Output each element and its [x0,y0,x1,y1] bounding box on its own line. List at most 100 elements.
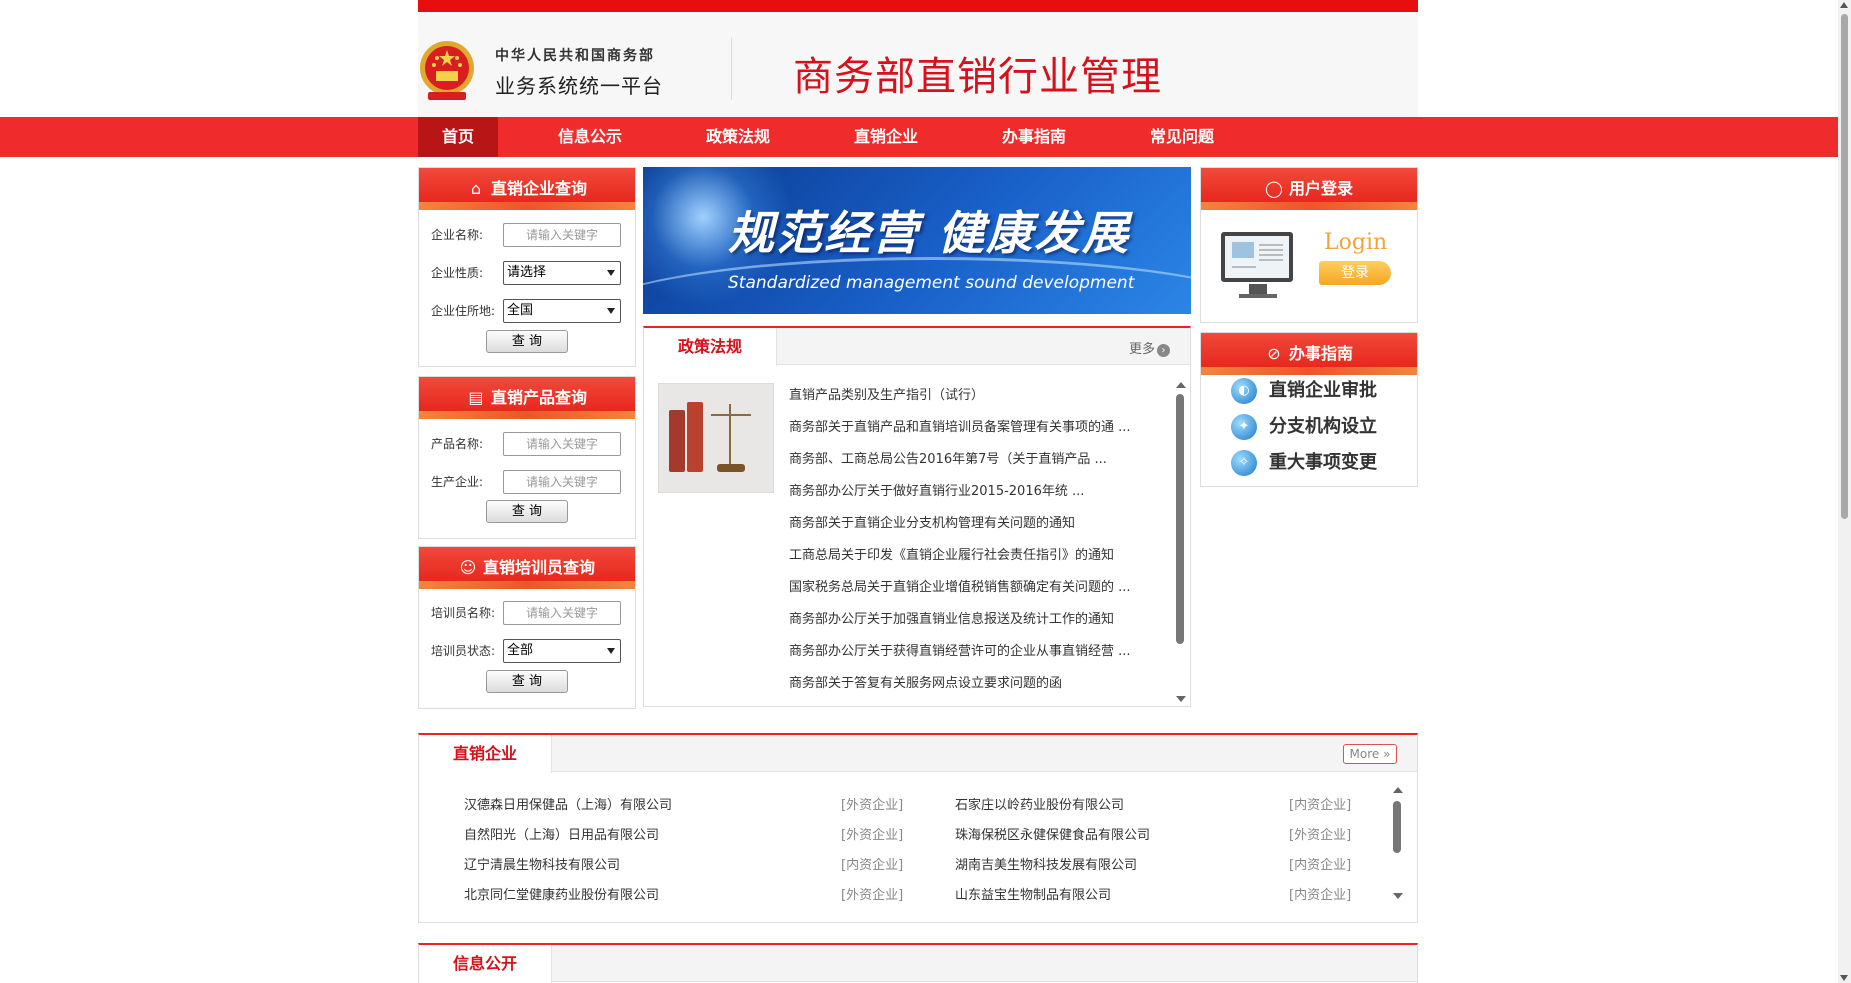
page-scrollbar[interactable] [1838,0,1851,983]
compass-icon: ✦ [1231,414,1257,440]
guide-item-branch-setup[interactable]: ✦ 分支机构设立 [1231,411,1377,443]
enterprises-tabbar: 直销企业 More » [419,735,1417,773]
enterprise-name[interactable]: 山东益宝生物制品有限公司 [955,884,1111,903]
main-nav: 首页 信息公示 政策法规 直销企业 办事指南 常见问题 [0,117,1838,157]
top-red-bar [418,0,1418,12]
site-header: 中华人民共和国商务部 业务系统统一平台 商务部直销行业管理 [418,12,1418,117]
enterprise-query-title: 直销企业查询 [490,179,587,198]
monitor-base [1239,294,1277,298]
scroll-up-icon[interactable] [1840,2,1848,8]
nav-home[interactable]: 首页 [418,117,498,157]
info-public-tabbar: 信息公开 [419,945,1417,983]
scale-beam [711,414,751,416]
scroll-thumb[interactable] [1393,801,1401,853]
policy-link[interactable]: 国家税务总局关于直销企业增值税销售额确定有关问题的 ... [789,576,1159,595]
enterprises-scrollbar[interactable] [1393,787,1403,899]
login-button[interactable]: 登录 [1319,261,1391,285]
guide-item-label: 重大事项变更 [1269,452,1377,473]
tab-policy[interactable]: 政策法规 [644,328,777,366]
guide-header: ⊘ 办事指南 [1201,333,1417,375]
scroll-thumb[interactable] [1176,394,1184,644]
banner-subtitle: Standardized management sound developmen… [728,273,1135,293]
guide-panel: ⊘ 办事指南 ◐ 直销企业审批 ✦ 分支机构设立 ✧ 重大事项变更 [1200,332,1418,487]
guide-item-label: 分支机构设立 [1269,416,1377,437]
login-title: 用户登录 [1288,179,1353,198]
enterprise-nature-select[interactable]: 请选择 [503,261,621,285]
trainer-query-button[interactable]: 查 询 [486,670,568,693]
trainer-name-label: 培训员名称: [431,606,496,620]
policy-more-link[interactable]: 更多 › [1129,338,1170,357]
globe-icon: ◐ [1231,378,1257,404]
policy-link[interactable]: 商务部关于直销产品和直销培训员备案管理有关事项的通 ... [789,416,1159,435]
site-title: 商务部直销行业管理 [793,54,1162,100]
policy-more-label: 更多 [1128,342,1155,357]
book-shape [669,410,685,472]
computer-monitor-icon [1221,232,1293,282]
enterprise-query-header: ⌂ 直销企业查询 [419,168,635,210]
enterprise-type: [内资企业] [1289,798,1352,813]
scroll-down-icon[interactable] [1176,696,1186,702]
producer-label: 生产企业: [431,475,484,489]
trainer-status-label: 培训员状态: [431,644,496,658]
enterprise-name[interactable]: 湖南吉美生物科技发展有限公司 [955,854,1137,873]
tab-enterprises[interactable]: 直销企业 [419,735,552,773]
policy-link[interactable]: 商务部办公厅关于加强直销业信息报送及统计工作的通知 [789,608,1159,627]
policy-link[interactable]: 商务部关于直销企业分支机构管理有关问题的通知 [789,512,1159,531]
product-name-input[interactable]: 请输入关键字 [503,432,621,456]
document-search-icon: ▤ [468,388,484,407]
nav-enterprises[interactable]: 直销企业 [836,117,936,157]
policy-link[interactable]: 直销产品类别及生产指引（试行） [789,384,1159,403]
book-shape [687,402,703,472]
scroll-down-icon[interactable] [1840,975,1848,981]
policy-link[interactable]: 商务部、工商总局公告2016年第7号（关于直销产品 ... [789,448,1159,467]
guide-item-enterprise-approval[interactable]: ◐ 直销企业审批 [1231,375,1377,407]
enterprises-more-label: More [1349,747,1380,761]
policy-link[interactable]: 商务部关于答复有关服务网点设立要求问题的函 [789,672,1159,691]
tab-info-public[interactable]: 信息公开 [419,945,552,983]
nav-faq[interactable]: 常见问题 [1132,117,1232,157]
product-query-panel: ▤ 直销产品查询 产品名称: 请输入关键字 生产企业: 请输入关键字 查 询 [418,376,636,539]
enterprise-name[interactable]: 石家庄以岭药业股份有限公司 [955,794,1124,813]
hero-banner[interactable]: 规范经营 健康发展 Standardized management sound … [643,167,1191,314]
enterprise-name[interactable]: 辽宁清晨生物科技有限公司 [464,854,620,873]
product-query-button[interactable]: 查 询 [486,500,568,523]
policy-link[interactable]: 商务部办公厅关于获得直销经营许可的企业从事直销经营 ... [789,640,1159,659]
double-chevron-right-icon: » [1383,747,1391,761]
scroll-up-icon[interactable] [1176,382,1186,388]
trainer-query-panel: ☺ 直销培训员查询 培训员名称: 请输入关键字 培训员状态: 全部 查 询 [418,546,636,709]
nav-policy[interactable]: 政策法规 [688,117,788,157]
scroll-down-icon[interactable] [1393,893,1403,899]
trainer-name-input[interactable]: 请输入关键字 [503,601,621,625]
info-public-box: 信息公开 [418,943,1418,983]
nav-info-public[interactable]: 信息公示 [540,117,640,157]
banner-title: 规范经营 健康发展 [728,206,1131,260]
enterprise-type: [外资企业] [841,798,904,813]
enterprise-query-button[interactable]: 查 询 [486,330,568,353]
enterprise-name[interactable]: 汉德森日用保健品（上海）有限公司 [464,794,672,813]
enterprise-type: [内资企业] [841,858,904,873]
national-emblem-icon [420,41,474,100]
enterprises-more-button[interactable]: More » [1343,744,1397,764]
enterprise-name[interactable]: 北京同仁堂健康药业股份有限公司 [464,884,659,903]
producer-input[interactable]: 请输入关键字 [503,470,621,494]
policy-link[interactable]: 工商总局关于印发《直销企业履行社会责任指引》的通知 [789,544,1159,563]
enterprise-type: [外资企业] [1289,828,1352,843]
policy-scrollbar[interactable] [1176,382,1186,702]
page-scroll-thumb[interactable] [1841,14,1848,519]
enterprise-location-select[interactable]: 全国 [503,299,621,323]
trainer-status-select[interactable]: 全部 [503,639,621,663]
enterprise-name-input[interactable]: 请输入关键字 [503,223,621,247]
guide-item-label: 直销企业审批 [1269,380,1377,401]
enterprise-query-panel: ⌂ 直销企业查询 企业名称: 请输入关键字 企业性质: 请选择 企业住所地: 全国… [418,167,636,367]
login-header: ◯ 用户登录 [1201,168,1417,210]
scroll-up-icon[interactable] [1393,787,1403,793]
enterprise-type: [内资企业] [1289,858,1352,873]
enterprise-name[interactable]: 自然阳光（上海）日用品有限公司 [464,824,659,843]
guide-item-major-change[interactable]: ✧ 重大事项变更 [1231,447,1377,479]
nav-guide[interactable]: 办事指南 [984,117,1084,157]
chevron-right-icon: › [1157,344,1170,357]
policy-link[interactable]: 商务部办公厅关于做好直销行业2015-2016年统 ... [789,480,1159,499]
compass-icon: ⊘ [1267,344,1281,363]
enterprise-name[interactable]: 珠海保税区永健保健食品有限公司 [955,824,1150,843]
monitor-stand [1249,284,1267,294]
